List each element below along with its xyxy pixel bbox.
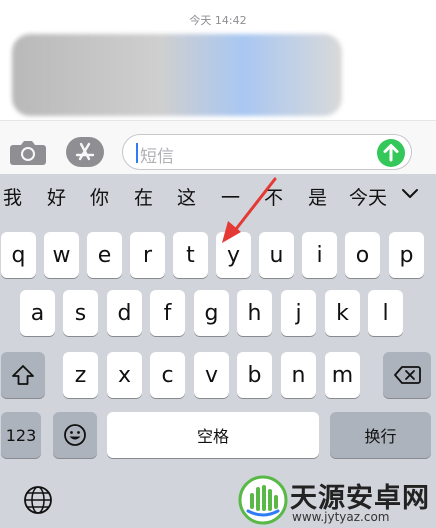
globe-icon[interactable]	[22, 484, 54, 516]
key-b[interactable]: b	[237, 352, 272, 398]
key-l[interactable]: l	[368, 290, 403, 336]
delete-key[interactable]	[383, 352, 431, 398]
candidate-word[interactable]: 在	[134, 183, 153, 210]
key-t[interactable]: t	[173, 232, 208, 278]
candidate-word[interactable]: 是	[308, 183, 327, 210]
app-store-button[interactable]	[66, 137, 104, 167]
key-e[interactable]: e	[87, 232, 122, 278]
key-d[interactable]: d	[107, 290, 142, 336]
message-timestamp: 今天 14:42	[189, 14, 247, 27]
key-x[interactable]: x	[107, 352, 142, 398]
watermark-url: www.jytyaz.com	[292, 510, 390, 524]
key-y[interactable]: y	[216, 232, 251, 278]
text-caret	[136, 143, 138, 163]
message-thread: 今天 14:42	[0, 0, 436, 120]
candidate-word[interactable]: 一	[221, 183, 240, 210]
key-m[interactable]: m	[325, 352, 360, 398]
key-f[interactable]: f	[150, 290, 185, 336]
app-store-icon	[75, 142, 95, 161]
key-h[interactable]: h	[237, 290, 272, 336]
message-input-placeholder: 短信	[140, 147, 174, 167]
numbers-key[interactable]: 123	[1, 412, 41, 458]
key-a[interactable]: a	[20, 290, 55, 336]
key-r[interactable]: r	[130, 232, 165, 278]
key-s[interactable]: s	[63, 290, 98, 336]
message-input[interactable]: 短信	[122, 134, 412, 170]
shift-key[interactable]	[1, 352, 45, 398]
candidate-word[interactable]: 好	[47, 183, 66, 210]
key-v[interactable]: v	[194, 352, 229, 398]
key-q[interactable]: q	[1, 232, 36, 278]
chevron-down-icon[interactable]	[400, 184, 420, 204]
key-i[interactable]: i	[302, 232, 337, 278]
candidate-word[interactable]: 我	[3, 183, 22, 210]
space-key[interactable]: 空格	[107, 412, 319, 458]
candidate-bar: 我 好 你 在 这 一 不 是 今天	[0, 174, 436, 218]
key-u[interactable]: u	[259, 232, 294, 278]
candidate-word[interactable]: 今天	[349, 183, 387, 210]
send-arrow-icon	[383, 144, 399, 162]
key-k[interactable]: k	[325, 290, 360, 336]
shift-icon	[12, 365, 34, 385]
watermark-logo	[238, 475, 288, 525]
composer-bar: 短信	[0, 120, 436, 175]
key-z[interactable]: z	[63, 352, 98, 398]
candidate-word[interactable]: 你	[90, 183, 109, 210]
emoji-icon	[64, 424, 86, 446]
return-key[interactable]: 换行	[330, 412, 431, 458]
delete-icon	[394, 366, 421, 384]
key-j[interactable]: j	[281, 290, 316, 336]
key-o[interactable]: o	[345, 232, 380, 278]
candidate-word[interactable]: 这	[177, 183, 196, 210]
key-n[interactable]: n	[281, 352, 316, 398]
key-w[interactable]: w	[44, 232, 79, 278]
key-c[interactable]: c	[150, 352, 185, 398]
emoji-key[interactable]	[53, 412, 97, 458]
candidate-word[interactable]: 不	[264, 183, 283, 210]
blurred-message-bubble	[12, 34, 342, 116]
watermark: 天源安卓网 www.jytyaz.com	[236, 472, 436, 528]
key-p[interactable]: p	[389, 232, 424, 278]
key-g[interactable]: g	[194, 290, 229, 336]
camera-icon[interactable]	[10, 139, 46, 165]
send-button[interactable]	[377, 139, 405, 167]
